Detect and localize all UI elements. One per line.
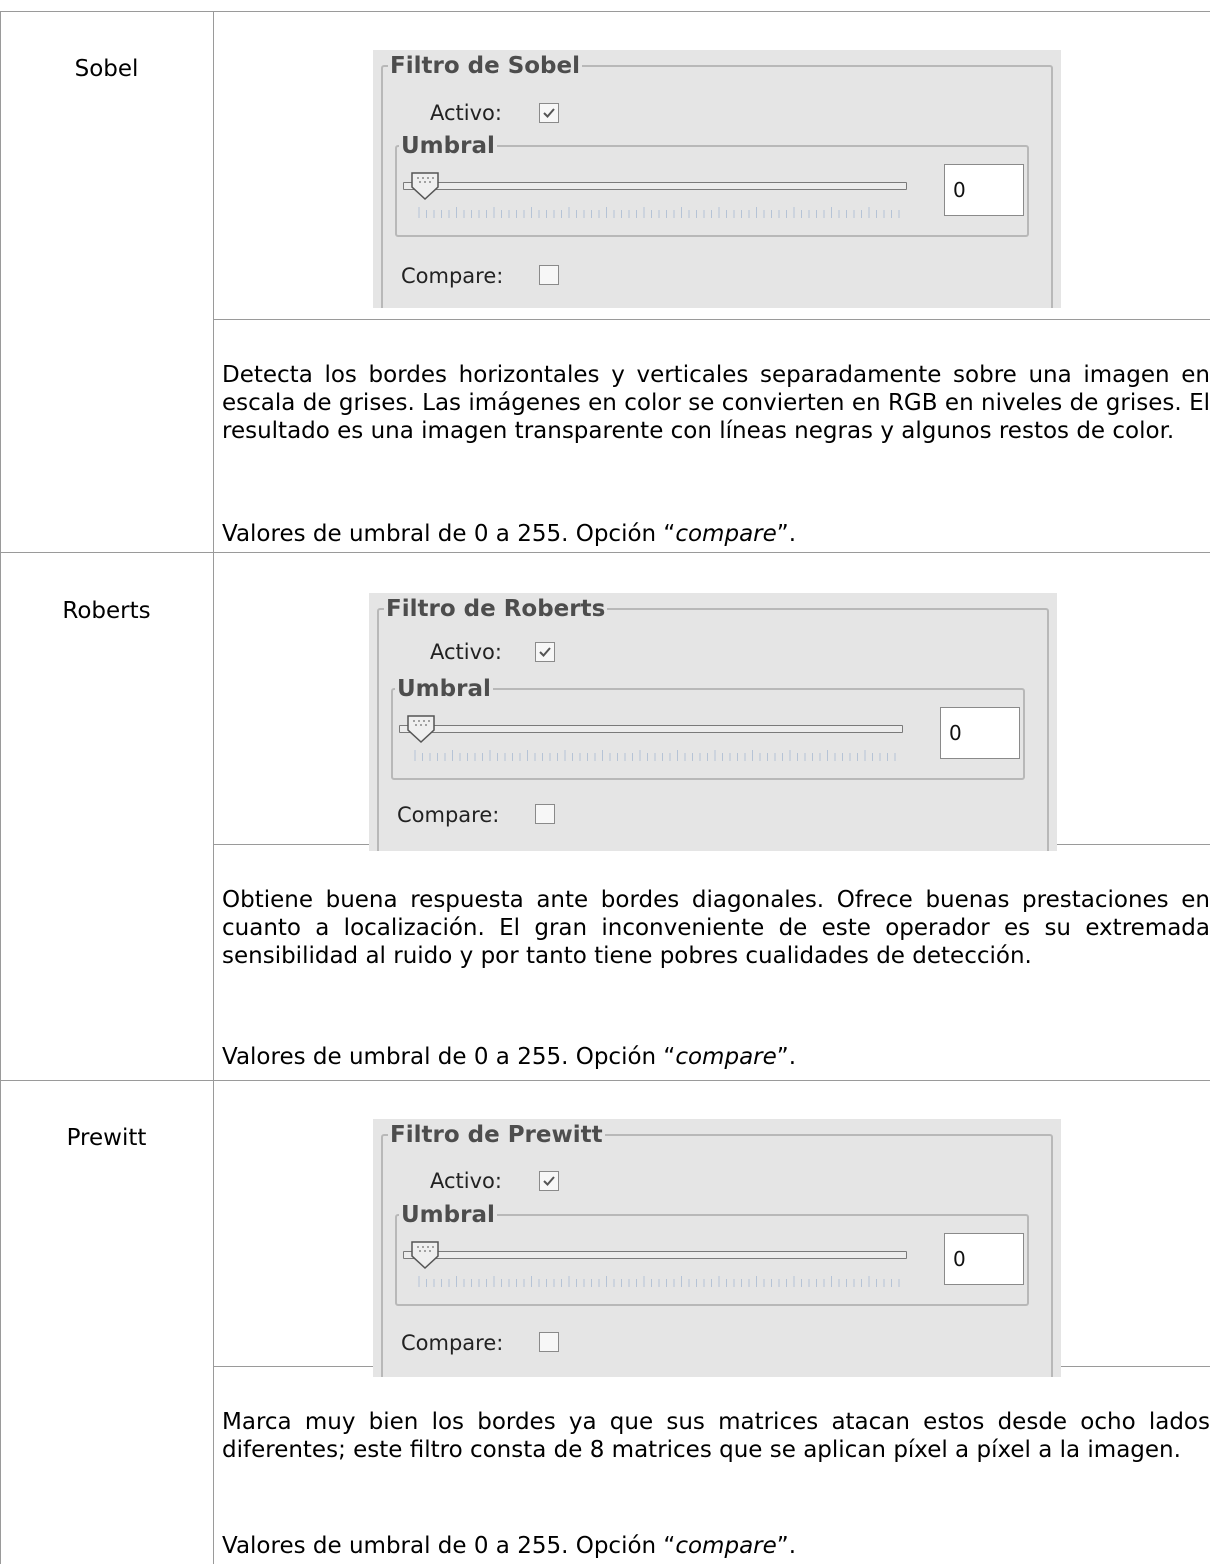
- threshold-slider-track[interactable]: [403, 182, 907, 190]
- active-checkbox[interactable]: [535, 642, 555, 662]
- checkmark-icon: [543, 1176, 555, 1186]
- compare-label: Compare:: [401, 264, 504, 288]
- threshold-value-field[interactable]: 0: [944, 1233, 1024, 1285]
- range-text: Valores de umbral de 0 a 255. Opción “: [222, 1044, 676, 1070]
- row-divider: [0, 1080, 1210, 1081]
- threshold-legend: Umbral: [395, 676, 493, 702]
- description-text: Detecta los bordes horizontales y vertic…: [222, 362, 1210, 444]
- description-text: Marca muy bien los bordes ya que sus mat…: [222, 1409, 1210, 1463]
- slider-thumb-icon[interactable]: [409, 170, 441, 202]
- description: Marca muy bien los bordes ya que sus mat…: [222, 1408, 1210, 1464]
- checkmark-icon: [539, 647, 551, 657]
- active-label: Activo:: [430, 640, 502, 664]
- slider-ticks: [418, 207, 900, 218]
- filter-name: Sobel: [74, 56, 139, 82]
- description: Obtiene buena respuesta ante bordes diag…: [222, 886, 1210, 970]
- active-checkbox[interactable]: [539, 103, 559, 123]
- filter-name: Roberts: [62, 598, 151, 624]
- threshold-range-note: Valores de umbral de 0 a 255. Opción “co…: [222, 1532, 796, 1560]
- table-border-top: [0, 11, 1210, 12]
- option-word: compare: [675, 1533, 777, 1559]
- threshold-value-field[interactable]: 0: [940, 707, 1020, 759]
- row-divider: [213, 319, 1210, 320]
- filter-panel-screenshot: Filtro de Roberts Activo: Umbral 0 Compa…: [369, 593, 1057, 851]
- range-end: ”.: [776, 521, 797, 547]
- filter-panel-screenshot: Filtro de Sobel Activo: Umbral 0 Compare…: [373, 50, 1061, 308]
- active-label: Activo:: [430, 1169, 502, 1193]
- threshold-range-note: Valores de umbral de 0 a 255. Opción “co…: [222, 520, 796, 548]
- checkmark-icon: [543, 108, 555, 118]
- active-label: Activo:: [430, 101, 502, 125]
- compare-label: Compare:: [397, 803, 500, 827]
- slider-ticks: [418, 1276, 900, 1287]
- description-text: Obtiene buena respuesta ante bordes diag…: [222, 887, 1210, 969]
- row-divider: [0, 552, 1210, 553]
- slider-thumb-icon[interactable]: [409, 1239, 441, 1271]
- filter-name: Prewitt: [66, 1125, 147, 1151]
- slider-ticks: [414, 750, 896, 761]
- filter-panel-screenshot: Filtro de Prewitt Activo: Umbral 0 Compa…: [373, 1119, 1061, 1377]
- threshold-legend: Umbral: [399, 133, 497, 159]
- panel-title: Filtro de Roberts: [384, 596, 608, 622]
- range-text: Valores de umbral de 0 a 255. Opción “: [222, 521, 676, 547]
- threshold-legend: Umbral: [399, 1202, 497, 1228]
- table-column-divider: [213, 11, 214, 1564]
- description: Detecta los bordes horizontales y vertic…: [222, 361, 1210, 445]
- panel-title: Filtro de Prewitt: [388, 1122, 605, 1148]
- range-end: ”.: [776, 1044, 797, 1070]
- compare-checkbox[interactable]: [539, 265, 559, 285]
- threshold-slider-track[interactable]: [403, 1251, 907, 1259]
- option-word: compare: [675, 1044, 777, 1070]
- table-border-left: [0, 11, 1, 1564]
- active-checkbox[interactable]: [539, 1171, 559, 1191]
- slider-thumb-icon[interactable]: [405, 713, 437, 745]
- threshold-range-note: Valores de umbral de 0 a 255. Opción “co…: [222, 1043, 796, 1071]
- option-word: compare: [675, 521, 777, 547]
- threshold-value-field[interactable]: 0: [944, 164, 1024, 216]
- range-end: ”.: [776, 1533, 797, 1559]
- panel-title: Filtro de Sobel: [388, 53, 583, 79]
- compare-label: Compare:: [401, 1331, 504, 1355]
- compare-checkbox[interactable]: [535, 804, 555, 824]
- range-text: Valores de umbral de 0 a 255. Opción “: [222, 1533, 676, 1559]
- threshold-slider-track[interactable]: [399, 725, 903, 733]
- compare-checkbox[interactable]: [539, 1332, 559, 1352]
